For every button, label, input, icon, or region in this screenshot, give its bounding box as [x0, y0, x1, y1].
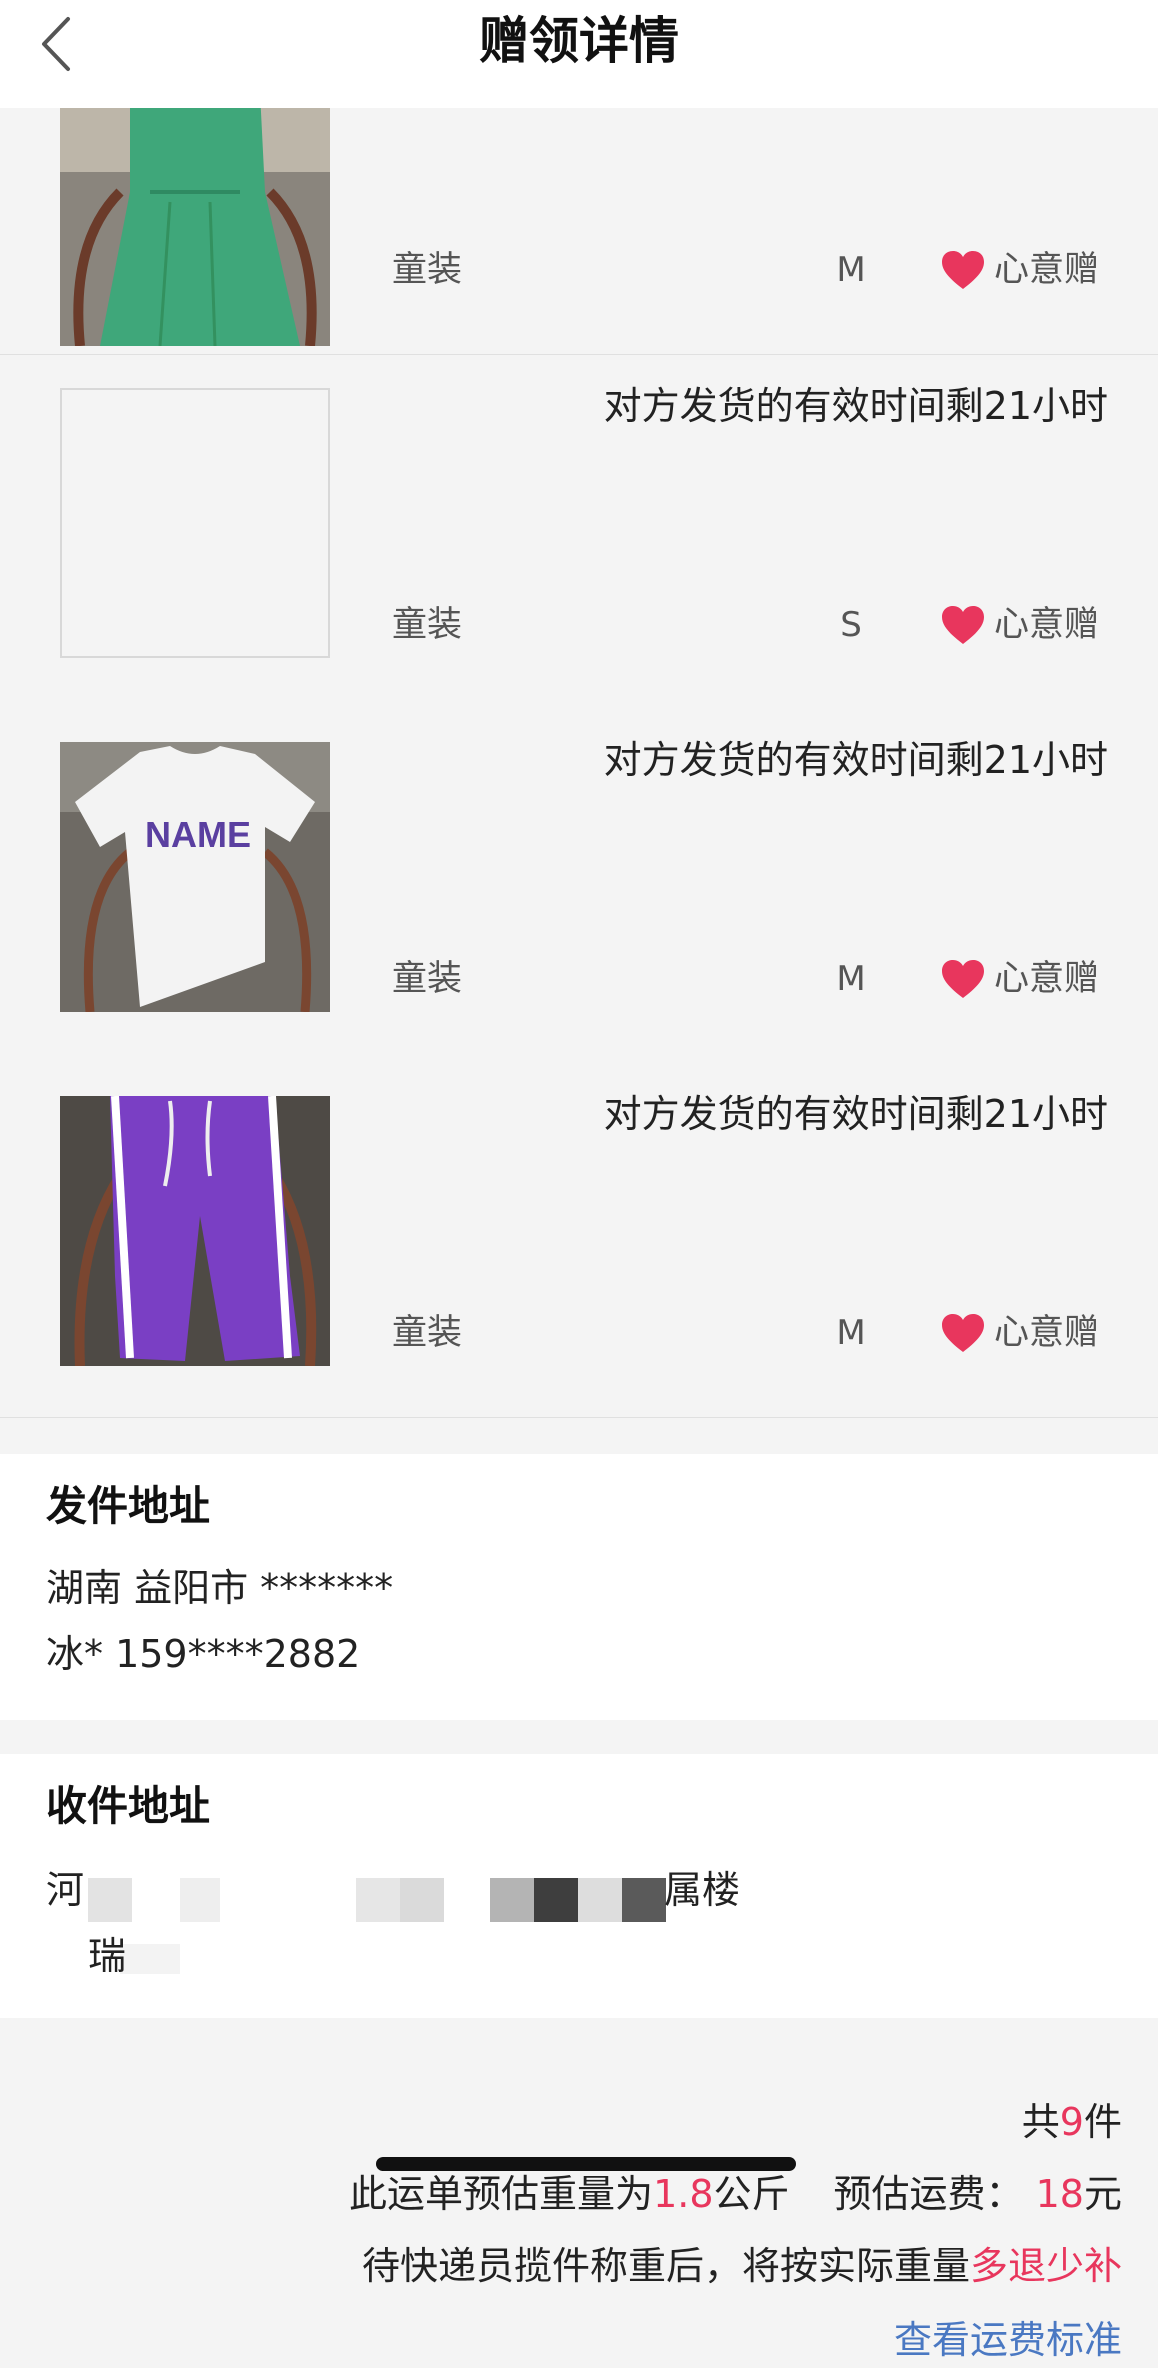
countdown-text: 对方发货的有效时间剩21小时	[603, 384, 1108, 428]
sender-address: 湖南 益阳市 *******	[46, 1566, 394, 1610]
receiver-title: 收件地址	[46, 1782, 210, 1830]
product-image-green-dress[interactable]	[60, 92, 330, 346]
receiver-address-end: 属楼	[664, 1868, 741, 1912]
size-label: M	[836, 1313, 866, 1353]
category-label: 童装	[392, 605, 463, 645]
home-indicator	[376, 2157, 796, 2171]
size-label: M	[836, 250, 866, 290]
sender-contact: 冰* 159****2882	[46, 1632, 361, 1676]
gift-label: 心意赠	[994, 1313, 1100, 1353]
list-item[interactable]: 对方发货的有效时间剩21小时 童装 S 心意赠	[0, 355, 1158, 710]
page-title: 赠领详情	[479, 12, 679, 70]
countdown-text: 对方发货的有效时间剩21小时	[603, 1092, 1108, 1136]
product-image-purple-pants[interactable]	[60, 1096, 330, 1366]
heart-icon	[942, 1314, 984, 1352]
top-bar: 赠领详情	[0, 0, 1158, 108]
heart-icon	[942, 606, 984, 644]
list-item[interactable]: 对方发货的有效时间剩21小时 童装 M 心意赠	[0, 1063, 1158, 1418]
heart-icon	[942, 960, 984, 998]
countdown-text: 对方发货的有效时间剩21小时	[603, 738, 1108, 782]
weight-fee-line: 此运单预估重量为1.8公斤 预估运费： 18元	[349, 2172, 1122, 2216]
receiver-address-start: 河	[46, 1868, 85, 1912]
product-image-placeholder[interactable]	[60, 388, 330, 658]
list-item[interactable]: 童装 M 心意赠	[0, 92, 1158, 355]
item-count: 共9件	[1021, 2100, 1122, 2144]
gift-tag: 心意赠	[940, 1309, 1099, 1357]
category-label: 童装	[392, 250, 463, 290]
list-item[interactable]: NAME 对方发货的有效时间剩21小时 童装 M 心意赠	[0, 709, 1158, 1064]
size-label: S	[840, 605, 862, 645]
product-image-white-tshirt[interactable]: NAME	[60, 742, 330, 1012]
weight-note: 待快递员揽件称重后，将按实际重量多退少补	[361, 2244, 1122, 2288]
sender-address-card: 发件地址 湖南 益阳市 ******* 冰* 159****2882	[0, 1454, 1158, 1720]
gift-tag: 心意赠	[940, 955, 1099, 1003]
shipping-fee-standard-link[interactable]: 查看运费标准	[894, 2312, 1122, 2368]
sender-title: 发件地址	[46, 1482, 210, 1530]
gift-label: 心意赠	[994, 959, 1100, 999]
category-label: 童装	[392, 959, 463, 999]
size-label: M	[836, 959, 866, 999]
heart-icon	[942, 251, 984, 289]
gift-tag: 心意赠	[940, 246, 1099, 294]
gift-label: 心意赠	[994, 250, 1100, 290]
gift-label: 心意赠	[994, 605, 1100, 645]
category-label: 童装	[392, 1313, 463, 1353]
receiver-contact-start: 瑞	[88, 1934, 127, 1978]
receiver-address-card: 收件地址 河 属楼 瑞	[0, 1754, 1158, 2018]
gift-tag: 心意赠	[940, 601, 1099, 649]
tshirt-print-text: NAME	[145, 814, 251, 855]
